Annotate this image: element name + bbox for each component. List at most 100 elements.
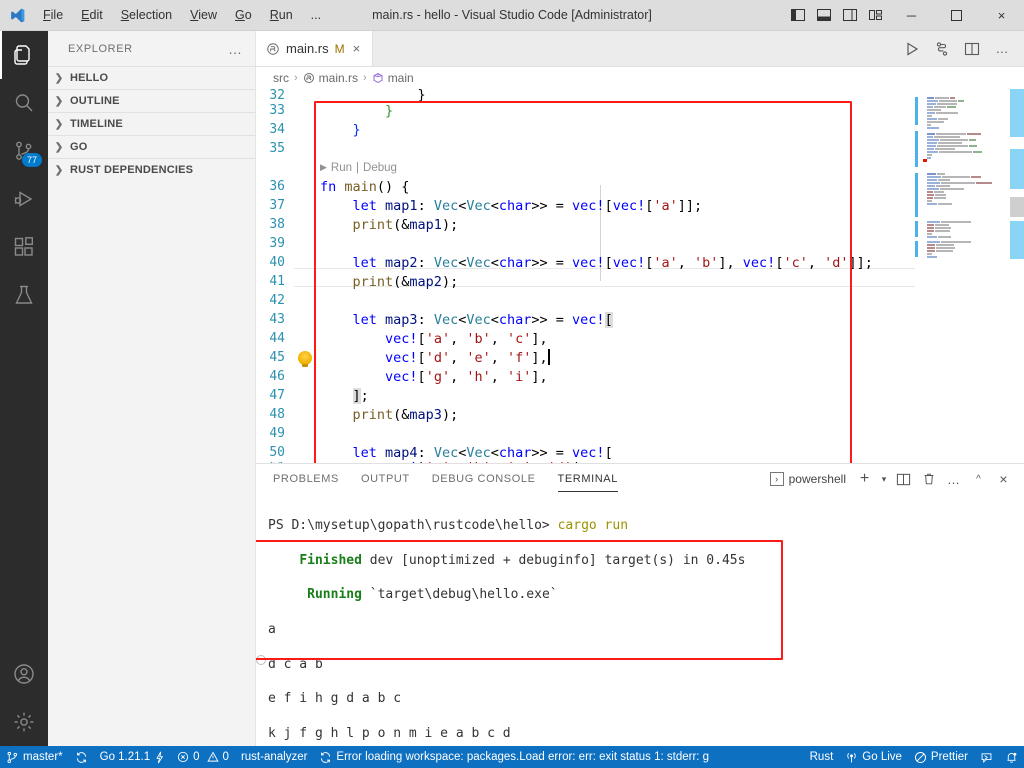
beaker-icon [12, 283, 36, 307]
rust-file-icon [266, 42, 280, 56]
terminal-selector[interactable]: › powershell [769, 472, 846, 486]
line-number: 45 [269, 350, 285, 365]
activity-search[interactable] [0, 79, 48, 127]
rust-file-icon [303, 72, 315, 84]
breadcrumb-main-rs[interactable]: main.rs [303, 71, 358, 85]
sidebar-item-hello[interactable]: ❯ HELLO [48, 66, 255, 89]
codelens-separator: | [356, 161, 360, 174]
customize-layout-icon[interactable] [863, 0, 889, 30]
status-sync[interactable] [69, 746, 94, 768]
codelens-run-link[interactable]: Run [331, 162, 352, 174]
code-line-44: 44 vec!['a', 'b', 'c'], [256, 329, 1024, 348]
split-editor-icon[interactable] [958, 31, 986, 66]
prettier-icon [914, 751, 927, 764]
terminal-line: a [268, 621, 1024, 638]
run-debug-icon [12, 187, 36, 211]
panel-header: PROBLEMS OUTPUT DEBUG CONSOLE TERMINAL ›… [256, 464, 1024, 494]
error-icon [177, 751, 189, 763]
editor-overview-ruler[interactable] [1010, 89, 1024, 463]
status-go-version[interactable]: Go 1.21.1 [94, 746, 172, 768]
tab-close-icon[interactable]: × [351, 41, 363, 56]
maximize-panel-icon[interactable]: ^ [966, 464, 991, 494]
activity-run-and-debug[interactable] [0, 175, 48, 223]
minimap[interactable] [915, 89, 1010, 463]
code-line-37: 37 let map1: Vec<Vec<char>> = vec![vec![… [256, 196, 1024, 215]
run-button[interactable] [898, 31, 926, 66]
sidebar-item-label: HELLO [70, 72, 109, 84]
tab-debug-console[interactable]: DEBUG CONSOLE [432, 464, 536, 494]
line-number: 33 [269, 103, 285, 118]
line-number: 48 [269, 407, 285, 422]
chevron-right-icon: ❯ [54, 95, 64, 107]
activity-extensions[interactable] [0, 223, 48, 271]
breadcrumb: src › main.rs › main [256, 67, 1024, 89]
run-debug-alt-icon[interactable] [928, 31, 956, 66]
close-button[interactable]: × [979, 0, 1024, 30]
activity-accounts[interactable] [0, 650, 48, 698]
menu-file[interactable]: File [34, 5, 72, 25]
status-workspace-error[interactable]: Error loading workspace: packages.Load e… [313, 746, 715, 768]
terminal-profile-dropdown-icon[interactable]: ▾ [877, 464, 891, 494]
maximize-button[interactable] [934, 0, 979, 30]
panel-more-actions-icon[interactable]: … [941, 464, 966, 494]
status-notifications[interactable] [999, 746, 1024, 768]
terminal-indent [268, 587, 307, 602]
menu-selection[interactable]: Selection [112, 5, 181, 25]
menu-go[interactable]: Go [226, 5, 261, 25]
status-language-mode[interactable]: Rust [804, 746, 840, 768]
terminal-line: PS D:\mysetup\gopath\rustcode\hello> car… [268, 517, 1024, 534]
terminal-output[interactable]: PS D:\mysetup\gopath\rustcode\hello> car… [256, 494, 1024, 746]
menu-run[interactable]: Run [261, 5, 302, 25]
line-number: 50 [269, 445, 285, 460]
menu-more[interactable]: ... [302, 5, 330, 25]
breadcrumb-src[interactable]: src [273, 71, 289, 85]
sidebar-item-rust-dependencies[interactable]: ❯ RUST DEPENDENCIES [48, 158, 255, 181]
menu-view[interactable]: View [181, 5, 226, 25]
status-go-live[interactable]: Go Live [839, 746, 908, 768]
status-branch-label: master* [23, 751, 63, 763]
editor-group: main.rs M × … src › main.rs › main 32} … [256, 31, 1024, 746]
menu-go-accel: G [235, 8, 245, 22]
toggle-primary-sidebar-icon[interactable] [785, 0, 811, 30]
terminal-line: Running `target\debug\hello.exe` [268, 586, 1024, 603]
codelens-debug-link[interactable]: Debug [363, 162, 397, 174]
toggle-secondary-sidebar-icon[interactable] [837, 0, 863, 30]
status-feedback[interactable] [974, 746, 999, 768]
close-panel-icon[interactable]: × [991, 464, 1016, 494]
quick-fix-lightbulb-icon[interactable] [294, 350, 316, 367]
breadcrumb-main-symbol[interactable]: main [372, 71, 414, 85]
editor-more-actions-icon[interactable]: … [988, 31, 1016, 66]
sidebar-more-actions-icon[interactable]: … [228, 41, 247, 57]
toggle-panel-icon[interactable] [811, 0, 837, 30]
sidebar-item-timeline[interactable]: ❯ TIMELINE [48, 112, 255, 135]
activity-explorer[interactable] [0, 31, 48, 79]
status-rust-analyzer[interactable]: rust-analyzer [235, 746, 313, 768]
line-number: 46 [269, 369, 285, 384]
code-editor[interactable]: 32 } 33 } 34} 35 ▶ Run | Debug 36 fn ma… [256, 89, 1024, 463]
status-problems[interactable]: 0 0 [171, 746, 235, 768]
line-number: 43 [269, 312, 285, 327]
sidebar-item-outline[interactable]: ❯ OUTLINE [48, 89, 255, 112]
code-line-38: 38 print(&map1); [256, 215, 1024, 234]
kill-terminal-icon[interactable] [916, 464, 941, 494]
terminal-icon: › [769, 472, 784, 486]
activity-settings[interactable] [0, 698, 48, 746]
activity-testing[interactable] [0, 271, 48, 319]
sidebar-item-go[interactable]: ❯ GO [48, 135, 255, 158]
explorer-sidebar: EXPLORER … ❯ HELLO ❯ OUTLINE ❯ TIMELINE … [48, 31, 256, 746]
tab-main-rs[interactable]: main.rs M × [256, 31, 374, 66]
status-language-label: Rust [809, 751, 834, 763]
line-number: 36 [269, 179, 285, 194]
menu-edit[interactable]: Edit [72, 5, 112, 25]
tab-terminal[interactable]: TERMINAL [557, 464, 619, 494]
split-terminal-icon[interactable] [891, 464, 916, 494]
status-branch[interactable]: master* [0, 746, 69, 768]
activity-source-control[interactable]: 77 [0, 127, 48, 175]
tab-problems[interactable]: PROBLEMS [273, 464, 339, 494]
new-terminal-button[interactable]: + [852, 464, 877, 494]
status-prettier[interactable]: Prettier [908, 746, 974, 768]
tab-output[interactable]: OUTPUT [361, 464, 410, 494]
minimize-button[interactable]: ─ [889, 0, 934, 30]
text-cursor [547, 349, 550, 365]
code-line-39: 39 [256, 234, 1024, 253]
